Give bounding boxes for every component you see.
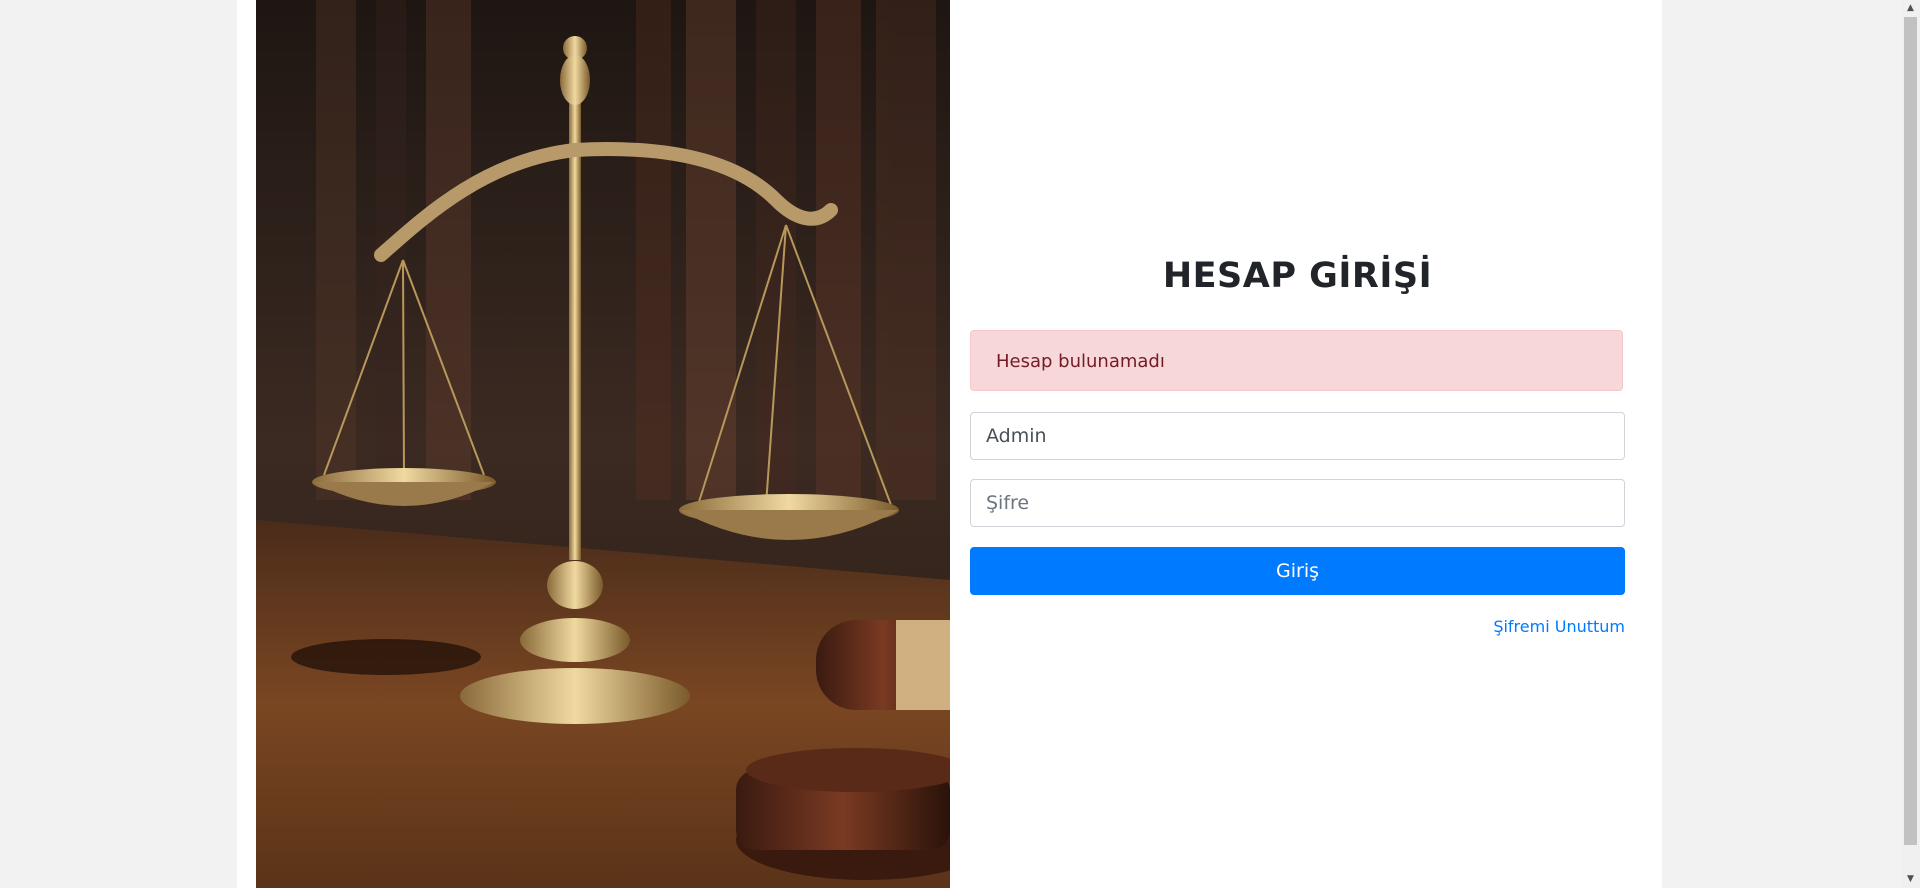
login-form: HESAP GİRİŞİ Hesap bulunamadı Giriş Şifr… — [970, 0, 1625, 888]
forgot-password-link[interactable]: Şifremi Unuttum — [1493, 617, 1625, 636]
password-input[interactable] — [970, 479, 1625, 527]
scroll-down-icon[interactable]: ▼ — [1901, 871, 1920, 888]
username-input[interactable] — [970, 412, 1625, 460]
login-button[interactable]: Giriş — [970, 547, 1625, 595]
scrollbar-thumb[interactable] — [1904, 17, 1917, 845]
error-alert: Hesap bulunamadı — [970, 330, 1623, 391]
justice-scales-image — [256, 0, 950, 888]
page-container: HESAP GİRİŞİ Hesap bulunamadı Giriş Şifr… — [237, 0, 1662, 888]
vertical-scrollbar[interactable]: ▲ ▼ — [1901, 0, 1920, 888]
page-title: HESAP GİRİŞİ — [1162, 256, 1433, 296]
scroll-up-icon[interactable]: ▲ — [1901, 0, 1920, 17]
